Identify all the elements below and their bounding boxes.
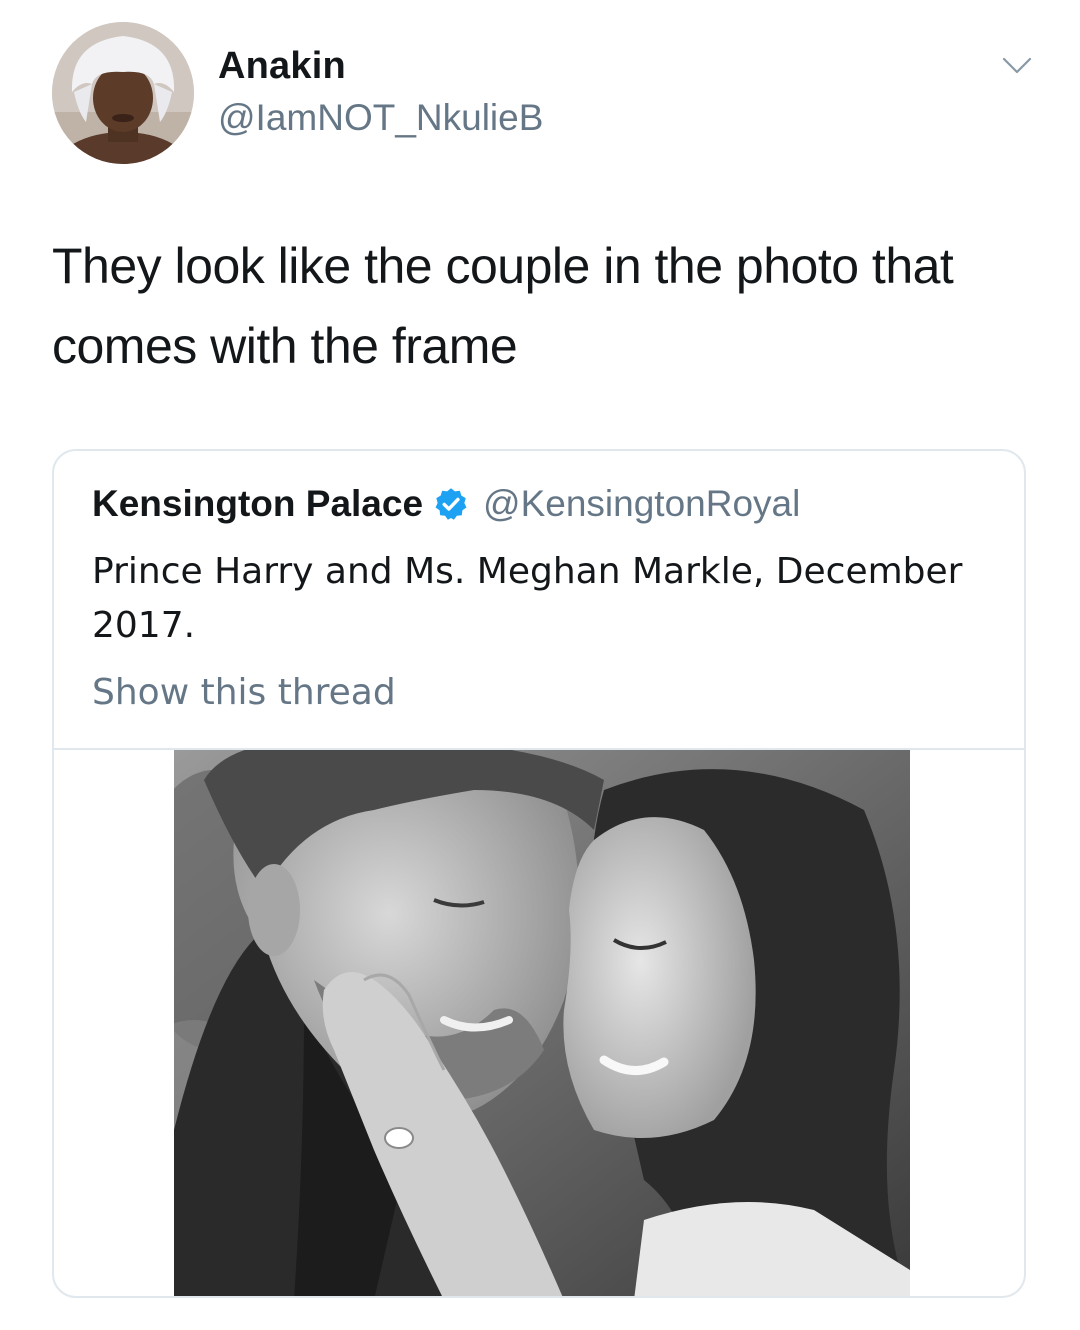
author-name[interactable]: Anakin: [218, 44, 346, 88]
quoted-tweet-card[interactable]: Kensington Palace @KensingtonRoyal Princ…: [52, 449, 1026, 1298]
author-handle[interactable]: @IamNOT_NkulieB: [218, 96, 543, 140]
quoted-tweet-text: Prince Harry and Ms. Meghan Markle, Dece…: [92, 551, 963, 646]
tweet-text: They look like the couple in the photo t…: [52, 238, 954, 374]
quoted-author-name[interactable]: Kensington Palace: [92, 483, 423, 525]
quoted-tweet-header: Kensington Palace @KensingtonRoyal: [92, 481, 800, 527]
show-thread-link[interactable]: Show this thread: [92, 669, 396, 717]
verified-badge-icon: [435, 488, 467, 520]
chevron-down-icon[interactable]: [1002, 56, 1032, 76]
quoted-tweet-photo[interactable]: [174, 750, 910, 1296]
couple-photo-image: [174, 750, 910, 1296]
avatar[interactable]: [52, 22, 194, 164]
quoted-author-handle[interactable]: @KensingtonRoyal: [483, 483, 800, 525]
tweet: Anakin @IamNOT_NkulieB They look like th…: [0, 0, 1080, 1330]
avatar-image: [52, 22, 194, 164]
